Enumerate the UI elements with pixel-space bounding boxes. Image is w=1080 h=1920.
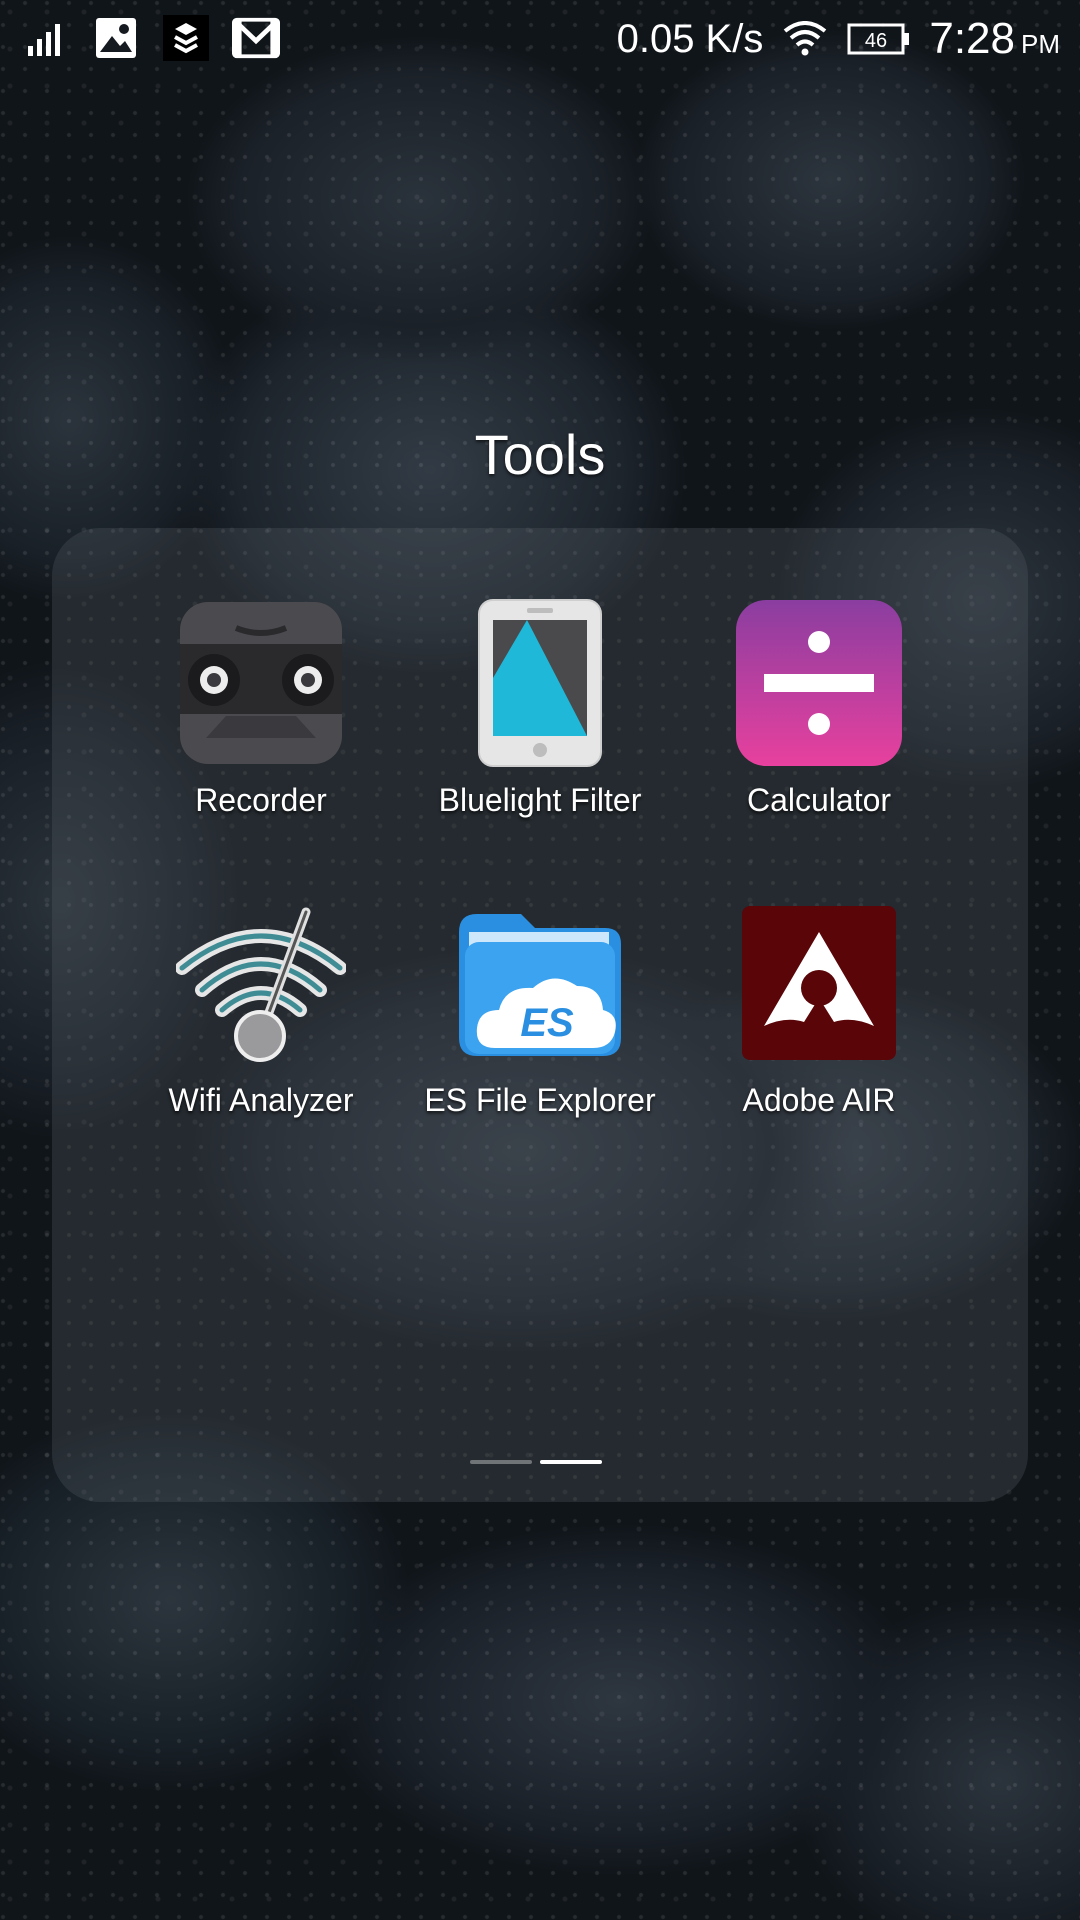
wifi-icon	[781, 15, 829, 63]
folder-title[interactable]: Tools	[0, 422, 1080, 487]
page-indicator-dot-2[interactable]	[540, 1460, 602, 1464]
app-label: Adobe AIR	[742, 1082, 896, 1118]
es-file-explorer-icon: ES	[455, 898, 625, 1068]
app-es-file-explorer[interactable]: ES ES File Explorer	[400, 898, 680, 1119]
battery-level: 46	[865, 30, 887, 52]
calculator-icon	[734, 598, 904, 768]
clock: 7:28 PM	[929, 14, 1060, 64]
app-label: Recorder	[195, 782, 327, 818]
app-wifi-analyzer[interactable]: Wifi Analyzer	[121, 898, 401, 1119]
app-bluelight-filter[interactable]: Bluelight Filter	[400, 598, 680, 819]
layers-app-icon	[162, 14, 210, 62]
svg-text:ES: ES	[520, 1001, 574, 1045]
clock-ampm: PM	[1021, 29, 1060, 59]
clock-time: 7:28	[929, 14, 1015, 63]
app-recorder[interactable]: Recorder	[121, 598, 401, 819]
page-indicator	[470, 1460, 602, 1464]
app-label: Bluelight Filter	[438, 782, 642, 818]
bluelight-filter-icon	[455, 598, 625, 768]
battery-icon: 46	[847, 15, 911, 63]
app-calculator[interactable]: Calculator	[679, 598, 959, 819]
gmail-icon	[232, 14, 280, 62]
app-adobe-air[interactable]: Adobe AIR	[679, 898, 959, 1119]
page-indicator-dot-1[interactable]	[470, 1460, 532, 1464]
signal-bars-icon	[22, 14, 70, 62]
wifi-analyzer-icon	[176, 898, 346, 1068]
app-label: Calculator	[746, 782, 892, 818]
app-label: Wifi Analyzer	[168, 1082, 354, 1118]
app-label: ES File Explorer	[424, 1082, 656, 1118]
recorder-icon	[176, 598, 346, 768]
gallery-notification-icon	[92, 14, 140, 62]
status-bar: 0.05 K/s 46 7:28 PM	[0, 0, 1080, 80]
network-speed: 0.05 K/s	[616, 16, 764, 61]
adobe-air-icon	[734, 898, 904, 1068]
